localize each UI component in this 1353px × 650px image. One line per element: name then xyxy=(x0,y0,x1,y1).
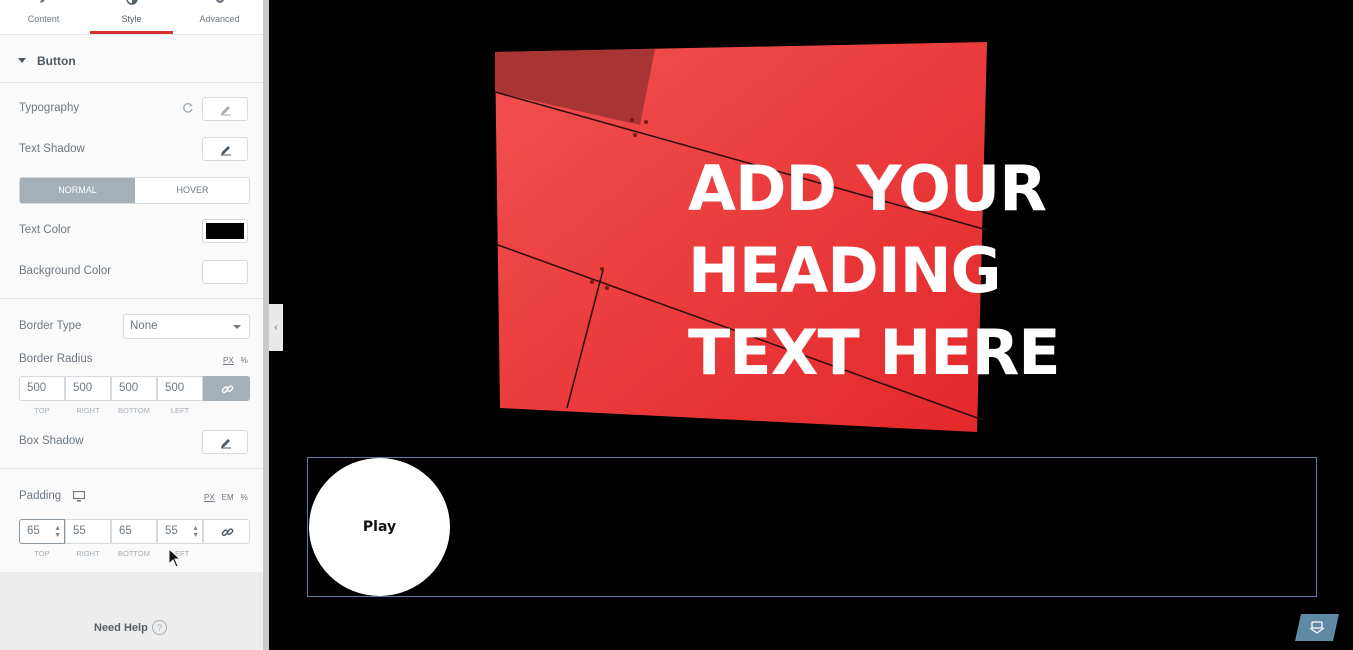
button-section-outline[interactable] xyxy=(307,457,1317,597)
border-type-label: Border Type xyxy=(19,320,82,332)
typography-edit-button[interactable] xyxy=(202,97,248,121)
link-icon xyxy=(221,385,234,394)
box-shadow-edit-button[interactable] xyxy=(202,430,248,454)
background-color-swatch[interactable] xyxy=(202,260,248,284)
panel-tabs: Content Style Advanced xyxy=(0,0,263,35)
border-radius-right-value: 500 xyxy=(73,382,93,394)
help-icon[interactable]: ? xyxy=(152,620,167,635)
heading-line: TEXT HERE xyxy=(688,316,1061,389)
unit-em[interactable]: EM xyxy=(222,493,234,502)
tab-style[interactable]: Style xyxy=(88,0,175,34)
typography-label: Typography xyxy=(19,102,80,114)
stepper-icon[interactable]: ▲ ▼ xyxy=(54,525,61,539)
tab-style-label: Style xyxy=(121,14,142,24)
chevron-down-icon xyxy=(233,325,241,329)
section-button-header[interactable]: Button xyxy=(0,40,263,83)
unit-percent[interactable]: % xyxy=(241,356,248,365)
padding-left-input[interactable]: 55 ▲ ▼ xyxy=(157,519,203,544)
divider xyxy=(0,298,263,299)
border-radius-bottom-value: 500 xyxy=(119,382,139,394)
hero-heading: ADD YOUR HEADING TEXT HERE xyxy=(688,148,1061,394)
border-radius-bottom-input[interactable]: 500 xyxy=(111,376,157,401)
padding-top-input[interactable]: 65 ▲ ▼ xyxy=(19,519,65,544)
state-hover-tab[interactable]: HOVER xyxy=(135,178,249,203)
border-radius-label: Border Radius xyxy=(19,353,93,365)
dim-label-bottom: BOTTOM xyxy=(118,406,150,415)
border-radius-units: PX% xyxy=(216,356,248,365)
divider xyxy=(0,468,263,469)
padding-label: Padding xyxy=(19,490,62,502)
border-type-value: None xyxy=(130,320,158,332)
padding-link-button[interactable] xyxy=(203,519,250,544)
background-color-label: Background Color xyxy=(19,265,112,277)
padding-bottom-value: 65 xyxy=(119,525,132,537)
heading-line: HEADING xyxy=(688,234,1002,307)
dim-label-top: TOP xyxy=(34,406,50,415)
desktop-icon[interactable] xyxy=(73,491,85,502)
text-shadow-label: Text Shadow xyxy=(19,143,85,155)
padding-right-input[interactable]: 55 xyxy=(65,519,111,544)
padding-bottom-input[interactable]: 65 xyxy=(111,519,157,544)
need-help-link[interactable]: Need Help xyxy=(94,622,148,634)
panel-footer xyxy=(0,572,263,650)
tab-advanced[interactable]: Advanced xyxy=(176,0,263,34)
tab-content[interactable]: Content xyxy=(0,0,87,34)
mouse-cursor-icon xyxy=(168,548,182,568)
border-type-select[interactable]: None xyxy=(123,314,250,339)
dim-label-bottom: BOTTOM xyxy=(118,549,150,558)
padding-right-value: 55 xyxy=(73,525,86,537)
stepper-icon[interactable]: ▲ ▼ xyxy=(192,525,199,539)
dim-label-right: RIGHT xyxy=(76,549,100,558)
unit-percent[interactable]: % xyxy=(241,493,248,502)
text-shadow-edit-button[interactable] xyxy=(202,137,248,161)
tab-content-label: Content xyxy=(27,14,60,24)
padding-top-value: 65 xyxy=(27,525,40,537)
gear-icon xyxy=(215,0,224,3)
border-radius-top-value: 500 xyxy=(27,382,47,394)
dim-label-left: LEFT xyxy=(170,406,190,415)
half-circle-icon xyxy=(125,0,138,5)
state-toggle: NORMAL HOVER xyxy=(19,177,250,204)
editor-panel: Content Style Advanced Button Typography… xyxy=(0,0,264,650)
pencil-icon xyxy=(221,106,231,116)
heading-line: ADD YOUR xyxy=(688,152,1047,225)
padding-units: PX EM% xyxy=(197,493,248,502)
padding-inputs: 65 ▲ ▼ 55 65 55 ▲ ▼ xyxy=(19,519,250,544)
text-color-label: Text Color xyxy=(19,224,71,236)
pencil-icon xyxy=(221,146,231,156)
state-normal-tab[interactable]: NORMAL xyxy=(20,178,135,203)
border-radius-top-input[interactable]: 500 xyxy=(19,376,65,401)
section-title: Button xyxy=(37,54,76,68)
dim-label-top: TOP xyxy=(34,549,50,558)
text-color-fill xyxy=(206,223,244,239)
dim-label-right: RIGHT xyxy=(76,406,100,415)
box-shadow-label: Box Shadow xyxy=(19,435,84,447)
tab-advanced-label: Advanced xyxy=(199,14,240,24)
text-color-swatch[interactable] xyxy=(202,219,248,243)
border-radius-left-input[interactable]: 500 xyxy=(157,376,203,401)
reset-icon[interactable] xyxy=(182,102,194,114)
collapse-panel-button[interactable]: ‹ xyxy=(269,304,283,351)
unit-px[interactable]: PX xyxy=(204,493,215,502)
border-radius-right-input[interactable]: 500 xyxy=(65,376,111,401)
unit-px[interactable]: PX xyxy=(223,356,234,365)
pencil-icon xyxy=(221,439,231,449)
play-button[interactable]: Play xyxy=(309,458,450,596)
pencil-icon xyxy=(39,0,45,3)
navigator-button[interactable] xyxy=(1295,614,1339,641)
link-icon xyxy=(221,528,234,537)
caret-down-icon xyxy=(18,58,26,63)
border-radius-left-value: 500 xyxy=(165,382,185,394)
padding-left-value: 55 xyxy=(165,525,178,537)
border-radius-link-button[interactable] xyxy=(203,376,250,401)
border-radius-inputs: 500 500 500 500 xyxy=(19,376,250,401)
